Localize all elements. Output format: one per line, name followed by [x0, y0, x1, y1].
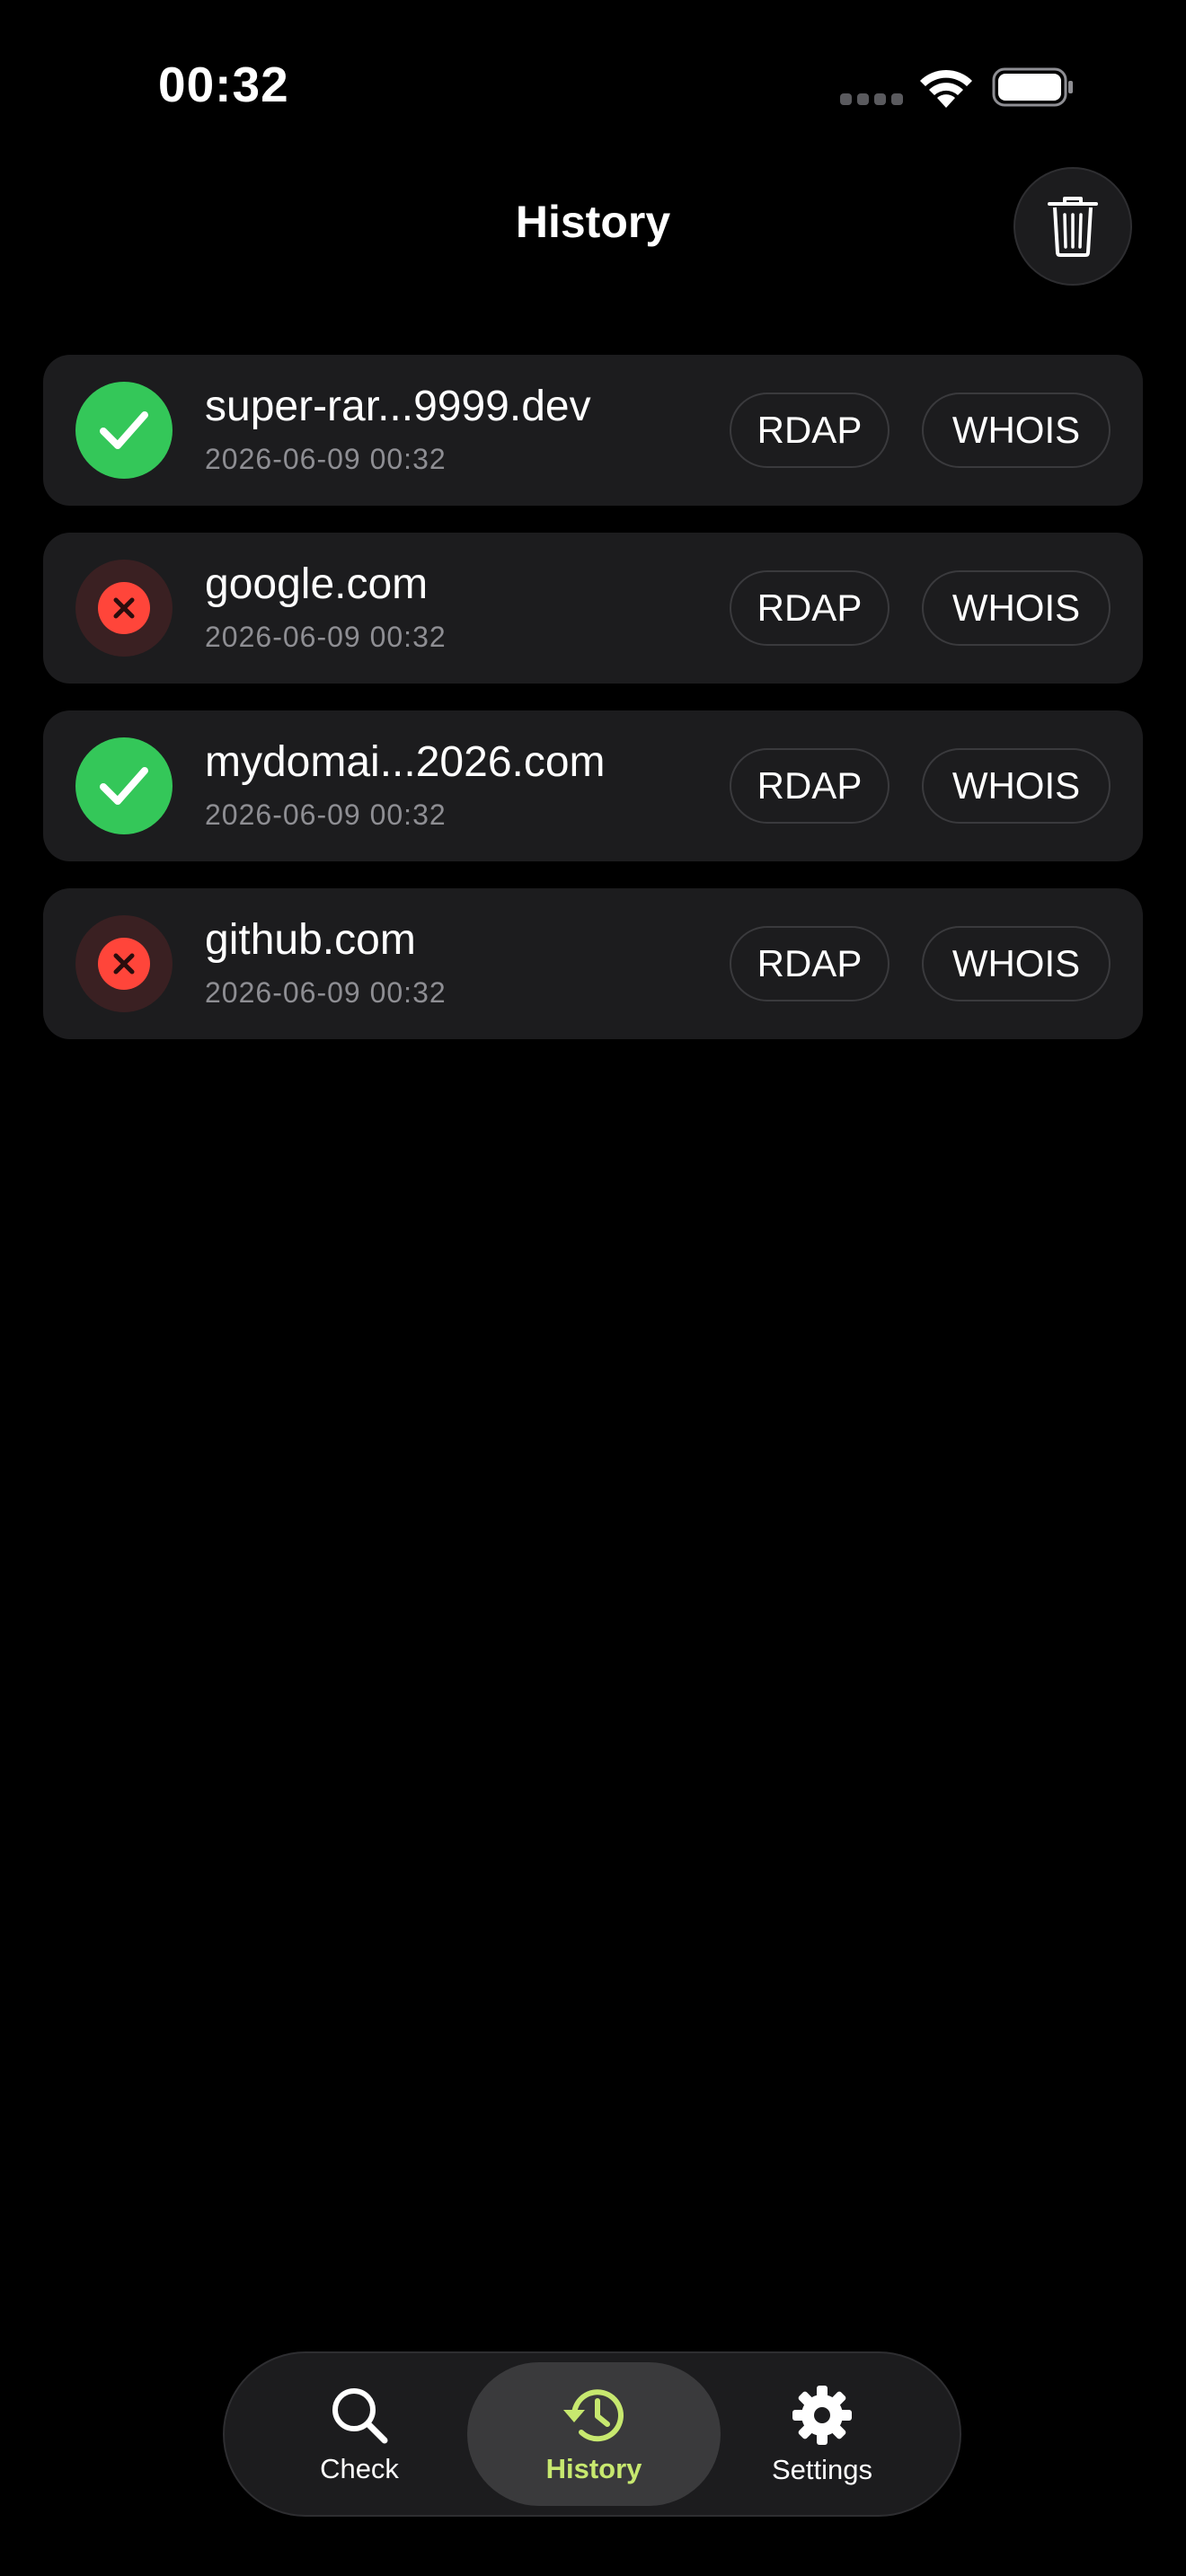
- domain-name: super-rar...9999.dev: [205, 383, 591, 430]
- tab-check-label: Check: [320, 2453, 399, 2484]
- cellular-signal-icon: [840, 93, 903, 106]
- whois-button[interactable]: WHOIS: [922, 926, 1111, 1001]
- domain-name: mydomai...2026.com: [205, 738, 606, 786]
- clock-arrow-icon: [563, 2389, 624, 2442]
- tab-bar: Check History Settings: [223, 2351, 961, 2517]
- whois-button[interactable]: WHOIS: [922, 748, 1111, 824]
- checkmark-icon: [100, 767, 148, 805]
- available-status-icon: [75, 382, 173, 479]
- wifi-icon: [920, 69, 972, 108]
- rdap-button[interactable]: RDAP: [730, 570, 890, 646]
- tab-settings-label: Settings: [771, 2454, 872, 2485]
- available-status-icon: [75, 737, 173, 834]
- page-title: History: [515, 197, 671, 247]
- battery-icon: [992, 67, 1073, 107]
- tab-history[interactable]: History: [467, 2362, 721, 2506]
- history-row[interactable]: mydomai...2026.com 2026-06-09 00:32 RDAP…: [43, 710, 1143, 861]
- tab-settings[interactable]: Settings: [737, 2362, 907, 2506]
- history-row[interactable]: github.com 2026-06-09 00:32 RDAP WHOIS: [43, 888, 1143, 1039]
- trash-icon: [1048, 197, 1098, 257]
- clear-history-button[interactable]: [1013, 167, 1132, 286]
- taken-status-icon: [75, 915, 173, 1012]
- taken-status-icon: [75, 560, 173, 657]
- check-date: 2026-06-09 00:32: [205, 443, 447, 475]
- whois-button[interactable]: WHOIS: [922, 570, 1111, 646]
- status-bar: 00:32: [0, 0, 1186, 171]
- whois-button[interactable]: WHOIS: [922, 393, 1111, 468]
- history-row[interactable]: super-rar...9999.dev 2026-06-09 00:32 RD…: [43, 355, 1143, 506]
- domain-name: github.com: [205, 916, 416, 964]
- history-row[interactable]: google.com 2026-06-09 00:32 RDAP WHOIS: [43, 533, 1143, 684]
- check-date: 2026-06-09 00:32: [205, 621, 447, 653]
- status-time: 00:32: [158, 57, 289, 112]
- check-date: 2026-06-09 00:32: [205, 976, 447, 1009]
- tab-check[interactable]: Check: [279, 2362, 440, 2506]
- xmark-icon: [113, 953, 135, 975]
- gear-icon: [792, 2386, 852, 2445]
- history-list: super-rar...9999.dev 2026-06-09 00:32 RD…: [43, 355, 1143, 1066]
- checkmark-icon: [100, 411, 148, 449]
- tab-history-label: History: [545, 2453, 642, 2484]
- domain-name: google.com: [205, 560, 429, 608]
- xmark-icon: [113, 597, 135, 619]
- magnifier-icon: [332, 2388, 388, 2444]
- check-date: 2026-06-09 00:32: [205, 798, 447, 831]
- rdap-button[interactable]: RDAP: [730, 393, 890, 468]
- rdap-button[interactable]: RDAP: [730, 748, 890, 824]
- rdap-button[interactable]: RDAP: [730, 926, 890, 1001]
